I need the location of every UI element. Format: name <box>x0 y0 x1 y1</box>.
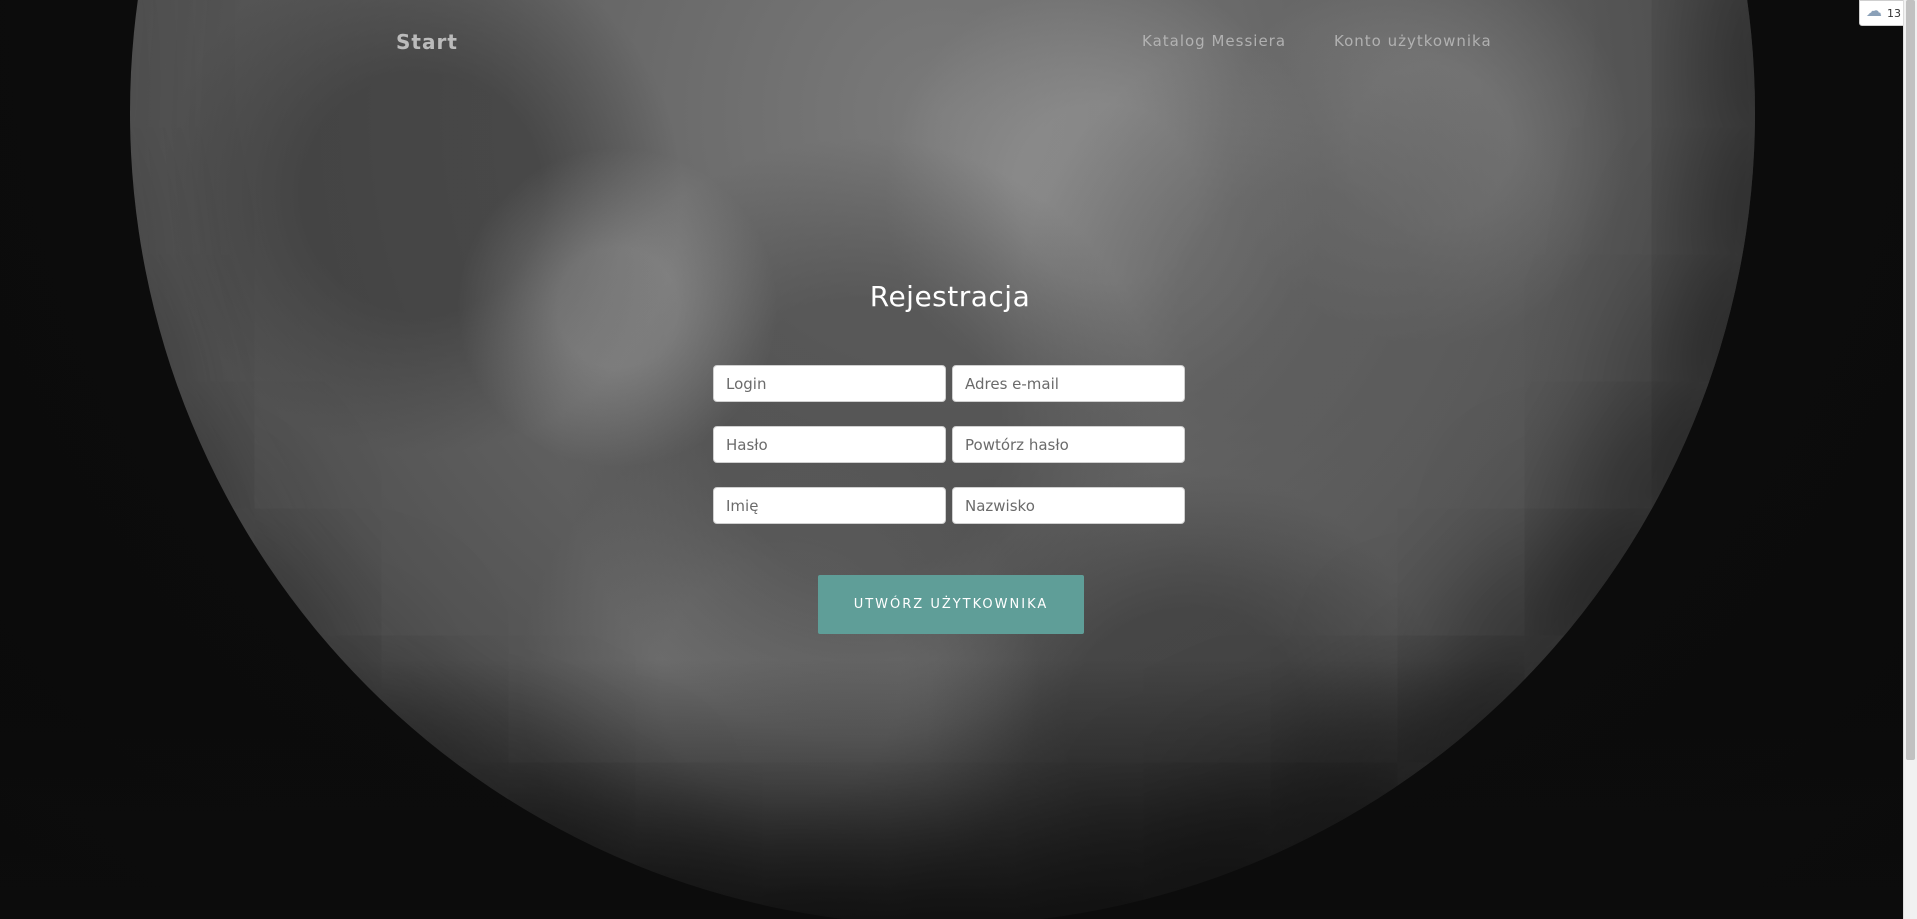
vertical-scrollbar[interactable] <box>1903 0 1917 919</box>
password-repeat-input[interactable] <box>952 426 1185 463</box>
last-name-input[interactable] <box>952 487 1185 524</box>
weather-cloud-icon: ☁ <box>1866 1 1882 20</box>
email-input[interactable] <box>952 365 1185 402</box>
background-fade <box>0 659 1917 919</box>
page: Start Katalog Messiera Konto użytkownika… <box>0 0 1917 919</box>
nav-link-user-account[interactable]: Konto użytkownika <box>1334 32 1492 50</box>
password-input[interactable] <box>713 426 946 463</box>
form-row-passwords <box>713 426 1189 463</box>
registration-title: Rejestracja <box>869 280 1031 313</box>
top-nav: Katalog Messiera Konto użytkownika <box>1142 32 1492 50</box>
first-name-input[interactable] <box>713 487 946 524</box>
form-row-credentials <box>713 365 1189 402</box>
create-user-button[interactable]: UTWÓRZ UŻYTKOWNIKA <box>818 575 1084 634</box>
weather-widget[interactable]: ☁ 13 <box>1859 0 1905 26</box>
nav-brand-start-link[interactable]: Start <box>396 30 458 54</box>
form-row-names <box>713 487 1189 524</box>
registration-form <box>713 365 1189 548</box>
nav-link-messier-catalog[interactable]: Katalog Messiera <box>1142 32 1286 50</box>
scrollbar-thumb[interactable] <box>1906 0 1915 760</box>
weather-widget-value: 13 <box>1887 6 1901 20</box>
login-input[interactable] <box>713 365 946 402</box>
